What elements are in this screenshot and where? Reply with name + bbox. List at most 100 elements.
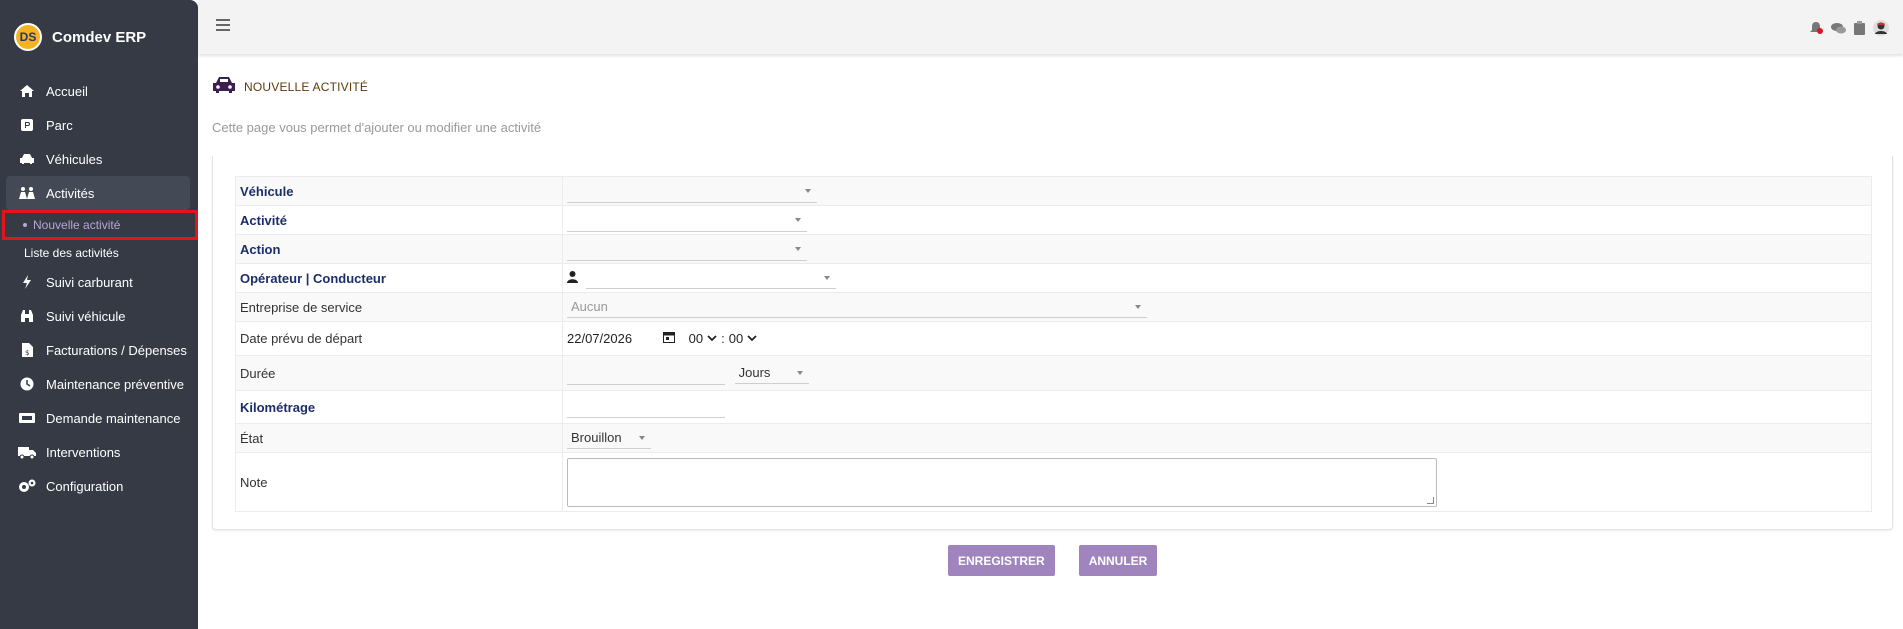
sidebar-item-label: Accueil bbox=[46, 83, 88, 99]
invoice-icon: $ bbox=[18, 343, 36, 357]
chevron-down-icon bbox=[1135, 304, 1141, 309]
time-select: 00 : 00 bbox=[689, 331, 758, 346]
hour-value: 00 bbox=[688, 331, 704, 346]
etat-select[interactable]: Brouillon bbox=[567, 427, 651, 449]
notification-bell-icon[interactable] bbox=[1809, 21, 1823, 38]
sidebar-subitem-label: Liste des activités bbox=[24, 245, 119, 260]
sidebar-item-label: Configuration bbox=[46, 478, 124, 494]
app-name: Comdev ERP bbox=[52, 28, 147, 46]
date-input[interactable]: 22/07/2026 bbox=[567, 331, 675, 346]
time-separator: : bbox=[721, 331, 725, 346]
activite-label: Activité bbox=[235, 205, 563, 235]
bolt-icon bbox=[18, 275, 36, 289]
kilometrage-label: Kilométrage bbox=[235, 390, 563, 424]
car-icon bbox=[212, 76, 236, 97]
form-row-note: Note bbox=[235, 452, 1872, 512]
user-icon bbox=[567, 270, 578, 286]
note-label: Note bbox=[235, 452, 563, 512]
sidebar-item-suivi-carburant[interactable]: Suivi carburant bbox=[0, 265, 198, 299]
etat-label: État bbox=[235, 423, 563, 453]
chevron-down-icon bbox=[795, 218, 801, 223]
action-label: Action bbox=[235, 234, 563, 264]
sidebar-item-activites[interactable]: Activités bbox=[6, 176, 190, 210]
sidebar-item-suivi-vehicule[interactable]: Suivi véhicule bbox=[0, 299, 198, 333]
calendar-icon[interactable] bbox=[663, 331, 675, 346]
duree-label: Durée bbox=[235, 355, 563, 391]
sidebar-item-label: Véhicules bbox=[46, 151, 103, 167]
ticket-icon bbox=[18, 412, 36, 424]
bullet-icon bbox=[23, 223, 27, 227]
page-title: NOUVELLE ACTIVITÉ bbox=[244, 79, 369, 94]
chevron-down-icon bbox=[796, 370, 803, 375]
brand[interactable]: DS Comdev ERP bbox=[0, 0, 198, 74]
user-avatar-icon[interactable] bbox=[1873, 20, 1889, 39]
kilometrage-input[interactable] bbox=[567, 394, 725, 418]
minute-select[interactable]: 00 bbox=[729, 331, 757, 346]
operateur-label: Opérateur | Conducteur bbox=[235, 263, 563, 293]
svg-text:$: $ bbox=[25, 349, 29, 357]
entreprise-label: Entreprise de service bbox=[235, 292, 563, 322]
page-description: Cette page vous permet d'ajouter ou modi… bbox=[212, 120, 542, 135]
topbar-icons bbox=[1809, 20, 1889, 39]
hour-select[interactable]: 00 bbox=[689, 331, 717, 346]
operateur-select[interactable] bbox=[585, 267, 836, 289]
note-textarea[interactable] bbox=[567, 457, 1437, 507]
chevron-down-icon bbox=[639, 435, 645, 440]
sidebar: DS Comdev ERP Accueil Parc Véhicules Act… bbox=[0, 0, 198, 629]
duree-unit-select[interactable]: Jours bbox=[734, 362, 809, 384]
resize-handle-icon[interactable] bbox=[1427, 496, 1434, 504]
sidebar-subitem-liste-activites[interactable]: Liste des activités bbox=[0, 240, 198, 265]
cancel-button[interactable]: ANNULER bbox=[1078, 545, 1158, 576]
sidebar-item-accueil[interactable]: Accueil bbox=[0, 74, 198, 108]
sidebar-item-label: Activités bbox=[46, 185, 95, 201]
chevron-down-icon bbox=[823, 275, 830, 280]
chat-icon[interactable] bbox=[1831, 22, 1846, 38]
sidebar-item-label: Parc bbox=[46, 117, 73, 133]
car-icon bbox=[18, 153, 36, 165]
clock-icon bbox=[18, 377, 36, 391]
sidebar-item-vehicules[interactable]: Véhicules bbox=[0, 142, 198, 176]
form-row-etat: État Brouillon bbox=[235, 423, 1872, 453]
etat-value: Brouillon bbox=[571, 430, 622, 445]
sidebar-item-label: Demande maintenance bbox=[46, 410, 181, 426]
activity-form: Véhicule Activité Action Opérateur | Con… bbox=[235, 176, 1872, 512]
sidebar-item-maintenance-preventive[interactable]: Maintenance préventive bbox=[0, 367, 198, 401]
sidebar-subitem-nouvelle-activite[interactable]: Nouvelle activité bbox=[2, 210, 198, 240]
sidebar-item-facturations[interactable]: $ Facturations / Dépenses bbox=[0, 333, 198, 367]
form-row-vehicule: Véhicule bbox=[235, 176, 1872, 206]
topbar bbox=[198, 0, 1903, 54]
sidebar-item-label: Suivi véhicule bbox=[46, 308, 126, 324]
sidebar-item-interventions[interactable]: Interventions bbox=[0, 435, 198, 469]
clipboard-icon[interactable] bbox=[1854, 21, 1865, 38]
form-panel: Véhicule Activité Action Opérateur | Con… bbox=[212, 156, 1893, 530]
chevron-down-icon bbox=[805, 189, 811, 194]
sidebar-item-label: Maintenance préventive bbox=[46, 376, 185, 392]
hamburger-menu-icon[interactable] bbox=[216, 19, 230, 34]
minute-value: 00 bbox=[728, 331, 744, 346]
form-row-activite: Activité bbox=[235, 205, 1872, 235]
page-header: NOUVELLE ACTIVITÉ bbox=[212, 76, 368, 97]
activite-select[interactable] bbox=[567, 210, 807, 232]
sidebar-item-demande-maintenance[interactable]: Demande maintenance bbox=[0, 401, 198, 435]
sidebar-item-label: Interventions bbox=[46, 444, 121, 460]
home-icon bbox=[18, 84, 36, 98]
vehicule-label: Véhicule bbox=[235, 176, 563, 206]
form-row-entreprise: Entreprise de service Aucun bbox=[235, 292, 1872, 322]
sidebar-item-label: Suivi carburant bbox=[46, 274, 133, 290]
cogs-icon bbox=[18, 479, 36, 493]
form-actions: ENREGISTRER ANNULER bbox=[948, 545, 1158, 576]
sidebar-item-configuration[interactable]: Configuration bbox=[0, 469, 198, 503]
entreprise-select[interactable]: Aucun bbox=[567, 296, 1147, 318]
form-row-date: Date prévu de départ 22/07/2026 00 : 00 bbox=[235, 321, 1872, 356]
chevron-down-icon bbox=[747, 335, 757, 342]
truck-icon bbox=[18, 446, 36, 459]
sidebar-item-parc[interactable]: Parc bbox=[0, 108, 198, 142]
duree-input[interactable] bbox=[567, 361, 725, 385]
form-row-kilometrage: Kilométrage bbox=[235, 390, 1872, 424]
date-value: 22/07/2026 bbox=[567, 331, 633, 346]
action-select[interactable] bbox=[567, 239, 807, 261]
activities-icon bbox=[18, 186, 36, 200]
vehicule-select[interactable] bbox=[567, 181, 817, 203]
save-button[interactable]: ENREGISTRER bbox=[948, 545, 1055, 576]
form-row-action: Action bbox=[235, 234, 1872, 264]
